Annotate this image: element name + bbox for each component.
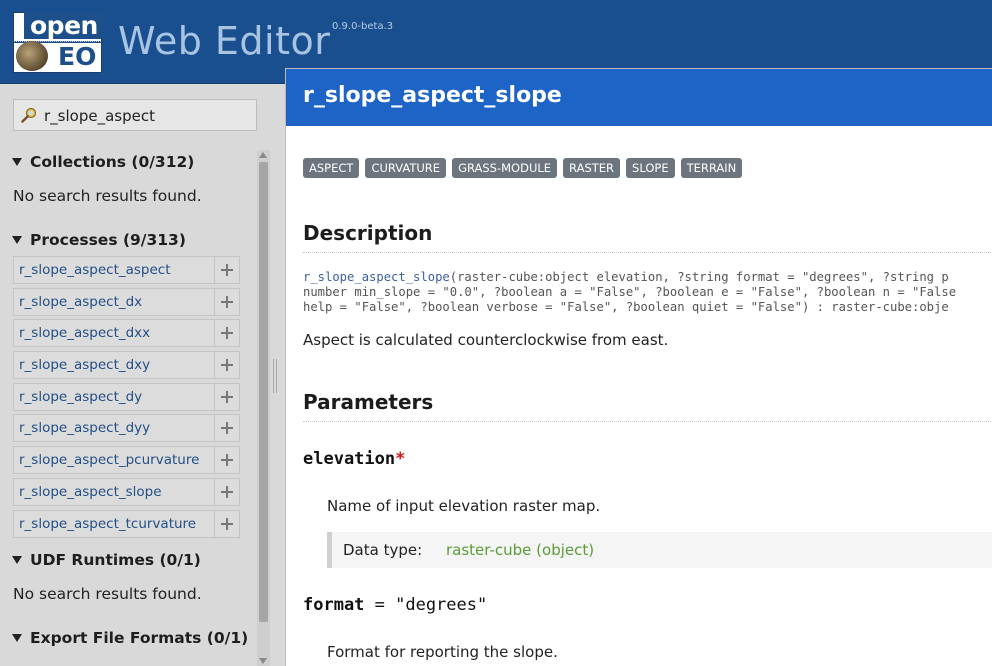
scroll-up-icon[interactable] bbox=[259, 152, 267, 158]
globe-icon bbox=[16, 41, 48, 71]
param-elevation-description: Name of input elevation raster map. bbox=[327, 497, 601, 515]
scrollbar-thumb[interactable] bbox=[259, 162, 268, 622]
process-item[interactable]: r_slope_aspect_dyy bbox=[13, 414, 240, 443]
udf-runtimes-empty: No search results found. bbox=[13, 585, 202, 603]
process-item[interactable]: r_slope_aspect_slope bbox=[13, 477, 240, 506]
param-elevation-name: elevation* bbox=[303, 449, 405, 469]
sidebar: Collections (0/312) No search results fo… bbox=[0, 84, 272, 666]
caret-down-icon bbox=[12, 236, 22, 244]
process-item[interactable]: r_slope_aspect_dy bbox=[13, 382, 240, 411]
add-process-icon[interactable] bbox=[214, 415, 239, 442]
panel-splitter[interactable] bbox=[271, 84, 285, 666]
param-elevation-datatype: Data type: raster-cube (object) bbox=[327, 532, 992, 568]
add-process-icon[interactable] bbox=[214, 447, 239, 474]
search-input[interactable] bbox=[44, 105, 249, 127]
collections-empty: No search results found. bbox=[13, 187, 202, 205]
add-process-icon[interactable] bbox=[214, 257, 239, 283]
openeo-logo: open EO bbox=[13, 12, 104, 73]
process-item-label[interactable]: r_slope_aspect_dxx bbox=[14, 320, 214, 346]
add-process-icon[interactable] bbox=[214, 478, 239, 505]
param-format-description: Format for reporting the slope. bbox=[327, 643, 558, 661]
app-title: Web Editor bbox=[118, 19, 331, 63]
process-item-label[interactable]: r_slope_aspect_pcurvature bbox=[14, 447, 214, 473]
doc-title: r_slope_aspect_slope bbox=[303, 83, 562, 108]
datatype-label: Data type: bbox=[343, 541, 423, 559]
category-tag: ASPECT bbox=[303, 158, 360, 178]
process-item-label[interactable]: r_slope_aspect_dy bbox=[14, 384, 214, 410]
caret-down-icon bbox=[12, 556, 22, 564]
process-item[interactable]: r_slope_aspect_dx bbox=[13, 287, 240, 316]
app-version: 0.9.0-beta.3 bbox=[332, 21, 394, 32]
param-default-value: = "degrees" bbox=[364, 595, 488, 615]
process-list: r_slope_aspect_aspect r_slope_aspect_dx … bbox=[13, 256, 240, 541]
logo-text-eo: EO bbox=[58, 42, 97, 71]
process-item[interactable]: r_slope_aspect_pcurvature bbox=[13, 446, 240, 475]
required-marker: * bbox=[395, 449, 406, 469]
section-divider bbox=[303, 421, 992, 422]
signature-line-1: (raster-cube:object elevation, ?string f… bbox=[449, 270, 949, 284]
param-format-name: format = "degrees" bbox=[303, 595, 487, 615]
datatype-value: raster-cube (object) bbox=[446, 541, 595, 559]
collections-title: Collections (0/312) bbox=[30, 153, 195, 171]
add-process-icon[interactable] bbox=[214, 288, 239, 315]
processes-title: Processes (9/313) bbox=[30, 231, 186, 249]
caret-down-icon bbox=[12, 158, 22, 166]
signature-line-3: help = "False", ?boolean verbose = "Fals… bbox=[303, 300, 949, 314]
process-item-label[interactable]: r_slope_aspect_aspect bbox=[14, 257, 214, 283]
parameters-heading: Parameters bbox=[303, 390, 434, 414]
logo-text-open: open bbox=[24, 12, 104, 39]
category-tag: RASTER bbox=[563, 158, 621, 178]
description-heading: Description bbox=[303, 221, 433, 245]
process-item[interactable]: r_slope_aspect_dxx bbox=[13, 319, 240, 348]
udf-runtimes-header[interactable]: UDF Runtimes (0/1) bbox=[12, 551, 201, 569]
process-item-label[interactable]: r_slope_aspect_dyy bbox=[14, 415, 214, 441]
param-name-text: elevation bbox=[303, 449, 396, 469]
scroll-down-icon[interactable] bbox=[259, 658, 267, 664]
description-text: Aspect is calculated counterclockwise fr… bbox=[303, 331, 669, 349]
process-signature: r_slope_aspect_slope(raster-cube:object … bbox=[303, 270, 956, 315]
process-item-label[interactable]: r_slope_aspect_tcurvature bbox=[14, 511, 214, 537]
process-item[interactable]: r_slope_aspect_aspect bbox=[13, 256, 240, 284]
process-item-label[interactable]: r_slope_aspect_dx bbox=[14, 289, 214, 315]
process-item[interactable]: r_slope_aspect_tcurvature bbox=[13, 509, 240, 538]
process-item[interactable]: r_slope_aspect_dxy bbox=[13, 351, 240, 380]
process-doc-panel: r_slope_aspect_slope ASPECT CURVATURE GR… bbox=[285, 68, 992, 666]
add-process-icon[interactable] bbox=[214, 383, 239, 410]
add-process-icon[interactable] bbox=[214, 510, 239, 537]
category-tag: SLOPE bbox=[626, 158, 675, 178]
signature-function-name: r_slope_aspect_slope bbox=[303, 270, 450, 284]
category-tag: TERRAIN bbox=[680, 158, 743, 178]
collections-header[interactable]: Collections (0/312) bbox=[12, 153, 194, 171]
processes-header[interactable]: Processes (9/313) bbox=[12, 231, 186, 249]
splitter-grip-icon[interactable] bbox=[273, 359, 277, 393]
search-icon bbox=[21, 107, 37, 123]
category-tag: CURVATURE bbox=[365, 158, 447, 178]
tag-list: ASPECT CURVATURE GRASS-MODULE RASTER SLO… bbox=[303, 158, 743, 178]
search-box[interactable] bbox=[13, 99, 257, 131]
category-tag: GRASS-MODULE bbox=[452, 158, 558, 178]
udf-runtimes-title: UDF Runtimes (0/1) bbox=[30, 551, 201, 569]
export-formats-header[interactable]: Export File Formats (0/1) bbox=[12, 629, 248, 647]
section-divider bbox=[303, 252, 992, 253]
add-process-icon[interactable] bbox=[214, 320, 239, 347]
process-item-label[interactable]: r_slope_aspect_slope bbox=[14, 479, 214, 505]
process-item-label[interactable]: r_slope_aspect_dxy bbox=[14, 352, 214, 378]
param-name-text: format bbox=[303, 595, 365, 615]
add-process-icon[interactable] bbox=[214, 352, 239, 379]
sidebar-scrollbar[interactable] bbox=[257, 150, 270, 666]
export-formats-title: Export File Formats (0/1) bbox=[30, 629, 249, 647]
caret-down-icon bbox=[12, 634, 22, 642]
signature-line-2: number min_slope = "0.0", ?boolean a = "… bbox=[303, 285, 957, 299]
